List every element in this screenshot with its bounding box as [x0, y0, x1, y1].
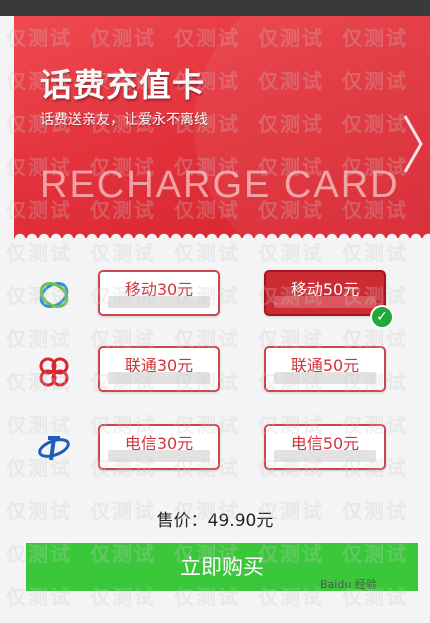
price-text: 售价：49.90元: [156, 511, 274, 531]
status-bar: [0, 0, 430, 16]
footer-watermark: Baidu 经验: [320, 578, 377, 591]
china-telecom-icon: [38, 436, 70, 461]
option-unicom-50[interactable]: 联通50元: [264, 346, 386, 392]
recharge-banner: 话费充值卡 话费送亲友，让爱永不离线 RECHARGE CARD: [14, 16, 430, 238]
banner-wave-edge: [14, 229, 430, 238]
banner-english-text: RECHARGE CARD: [40, 164, 400, 206]
option-telecom-50[interactable]: 电信50元: [264, 424, 386, 470]
watermark-text: 仅测试: [258, 241, 324, 265]
option-subtext: [108, 296, 210, 308]
option-subtext: [274, 372, 376, 384]
option-subtext: [108, 372, 210, 384]
option-mobile-30[interactable]: 移动30元: [98, 270, 220, 316]
watermark-text: 仅测试: [90, 241, 156, 265]
option-unicom-30[interactable]: 联通30元: [98, 346, 220, 392]
option-subtext: [274, 296, 376, 308]
watermark-text: 仅测试: [6, 327, 72, 351]
banner-subtitle: 话费送亲友，让爱永不离线: [40, 112, 208, 128]
china-unicom-icon: [39, 357, 69, 387]
watermark-text: 仅测试: [6, 241, 72, 265]
option-subtext: [108, 450, 210, 462]
watermark-text: 仅测试: [174, 241, 240, 265]
china-mobile-icon: [39, 282, 69, 308]
chevron-right-icon[interactable]: [402, 112, 424, 176]
check-icon: ✓: [370, 305, 394, 329]
banner-title: 话费充值卡: [40, 66, 206, 104]
watermark-text: 仅测试: [342, 241, 408, 265]
option-mobile-50[interactable]: 移动50元: [264, 270, 386, 316]
option-telecom-30[interactable]: 电信30元: [98, 424, 220, 470]
option-subtext: [274, 450, 376, 462]
